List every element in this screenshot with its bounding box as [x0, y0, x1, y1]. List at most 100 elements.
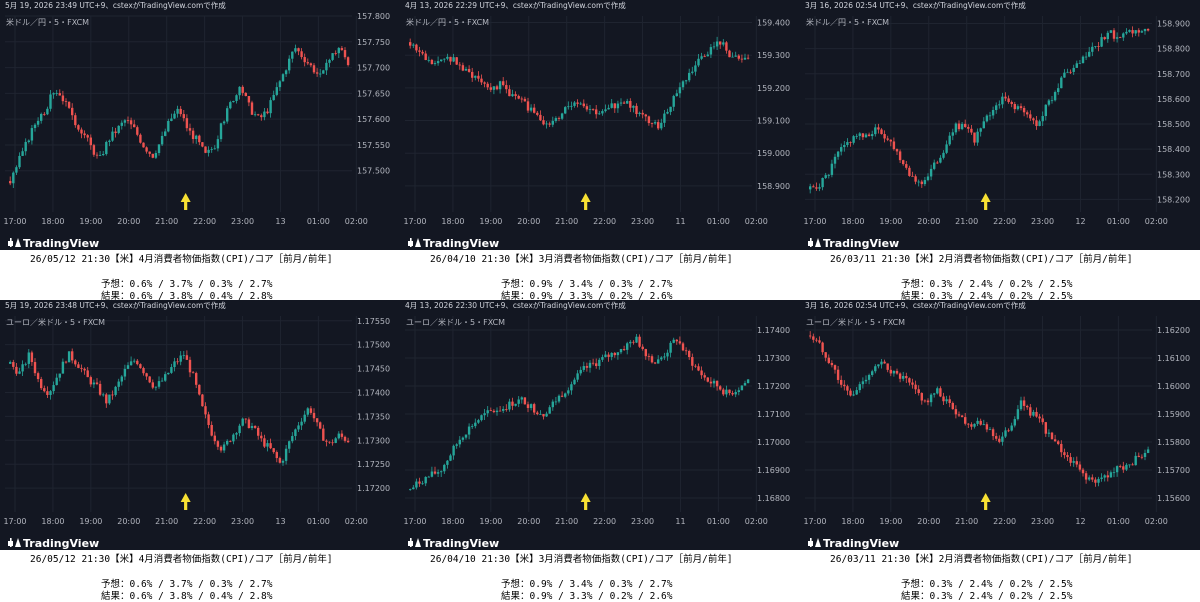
x-tick-label: 21:00	[555, 217, 578, 226]
candle-body	[1001, 436, 1004, 442]
candle-body	[55, 377, 58, 386]
chart-header: 5月 19, 2026 23:48 UTC+9、cstexがTradingVie…	[0, 300, 400, 312]
candle-body	[257, 427, 260, 436]
candle-body	[27, 140, 30, 142]
candle-body	[492, 86, 496, 90]
candle-body	[98, 383, 102, 395]
candle-body	[235, 433, 238, 435]
candle-body	[244, 418, 247, 420]
candle-body	[1016, 106, 1020, 110]
candle-body	[71, 351, 74, 361]
candle-body	[573, 379, 576, 385]
symbol-label: ユーロ／米ドル・5・FXCM	[406, 317, 505, 327]
event-caption: 26/04/10 21:30【米】3月消費者物価指数(CPI)/コア［前月/前年…	[400, 250, 800, 302]
chart-area[interactable]: 1.17400 1.17300 1.17200 1.17100 1.17000 1.169…	[400, 312, 800, 550]
x-tick-label: 19:00	[79, 217, 102, 226]
candle-body	[1066, 71, 1069, 73]
candle-body	[1137, 455, 1140, 457]
candle-body	[418, 50, 421, 52]
candle-body	[691, 71, 694, 73]
candle-body	[889, 369, 892, 374]
candle-body	[725, 389, 728, 395]
candle-body	[216, 139, 220, 149]
candle-body	[731, 56, 734, 58]
candle-body	[920, 393, 923, 401]
candle-body	[250, 102, 254, 115]
candle-body	[440, 471, 443, 473]
x-tick-label: 23:00	[231, 217, 254, 226]
candle-body	[1112, 30, 1116, 39]
candle-body	[77, 125, 80, 130]
candle-body	[33, 124, 37, 129]
candle-body	[1078, 464, 1082, 470]
candle-body	[9, 362, 12, 364]
candle-body	[629, 341, 632, 344]
candle-body	[582, 103, 585, 107]
candle-body	[1097, 478, 1100, 483]
candle-body	[421, 51, 424, 54]
candle-body	[415, 481, 418, 488]
chart-area[interactable]: 1.16200 1.16100 1.16000 1.15900 1.15800 1.157…	[800, 312, 1200, 550]
candle-body	[409, 42, 412, 46]
candle-body	[610, 103, 613, 108]
candle-body	[939, 388, 942, 397]
candle-body	[319, 422, 322, 429]
candle-body	[709, 47, 713, 55]
candle-body	[306, 408, 309, 415]
chart-area[interactable]: 1.17550 1.17500 1.17450 1.17400 1.17350 1.173…	[0, 312, 400, 550]
candle-body	[77, 364, 80, 368]
candle-body	[657, 359, 660, 364]
candle-body	[331, 442, 334, 444]
candle-body	[80, 129, 83, 134]
candle-body	[458, 439, 461, 445]
candle-body	[151, 153, 154, 158]
x-tick-label: 22:00	[193, 517, 216, 526]
candle-body	[191, 130, 195, 140]
candle-body	[700, 370, 703, 376]
chart-area[interactable]: 159.400 159.300 159.200 159.100 159.000 158.9…	[400, 12, 800, 250]
candle-body	[846, 386, 849, 391]
candle-body	[619, 102, 623, 104]
x-tick-label: 17:00	[803, 517, 826, 526]
candle-body	[1035, 120, 1038, 126]
svg-text:TradingView: TradingView	[423, 537, 499, 550]
candle-body	[275, 452, 278, 459]
candle-body	[328, 59, 331, 63]
candle-body	[160, 135, 164, 145]
candle-body	[443, 58, 446, 60]
x-tick-label: 01:00	[1107, 517, 1130, 526]
candle-body	[226, 440, 229, 445]
candle-body	[539, 414, 542, 415]
chart-background	[800, 312, 1200, 550]
candle-body	[284, 448, 288, 461]
chart-area[interactable]: 158.900 158.800 158.700 158.600 158.500 158.4…	[800, 12, 1200, 250]
candle-body	[644, 114, 647, 117]
candle-body	[229, 440, 232, 442]
event-caption: 26/05/12 21:30【米】4月消費者物価指数(CPI)/コア［前月/前年…	[0, 550, 400, 602]
candle-body	[210, 424, 213, 436]
candle-body	[33, 362, 37, 374]
candle-body	[1075, 63, 1078, 68]
candle-body	[188, 359, 192, 373]
candle-body	[269, 100, 272, 114]
chart-header: 4月 13, 2026 22:29 UTC+9、cstexがTradingVie…	[400, 0, 800, 12]
candle-body	[74, 360, 77, 365]
event-title: 26/05/12 21:30【米】4月消費者物価指数(CPI)/コア［前月/前年…	[30, 554, 333, 565]
candle-body	[176, 108, 179, 114]
candle-body	[1100, 477, 1103, 479]
candle-body	[840, 379, 843, 385]
candle-body	[436, 472, 440, 474]
candle-body	[1137, 30, 1140, 33]
candle-body	[1106, 475, 1109, 478]
chart-area[interactable]: 157.800 157.750 157.700 157.650 157.600 157.5…	[0, 12, 400, 250]
y-tick-label: 157.750	[357, 38, 390, 47]
candle-body	[942, 152, 945, 158]
candle-body	[489, 410, 492, 412]
y-tick-label: 158.500	[1157, 120, 1190, 129]
candle-body	[722, 42, 725, 45]
candle-body	[886, 138, 889, 140]
candle-body	[585, 106, 589, 110]
candle-body	[157, 381, 161, 387]
candle-body	[334, 53, 337, 54]
candle-body	[1100, 37, 1103, 47]
